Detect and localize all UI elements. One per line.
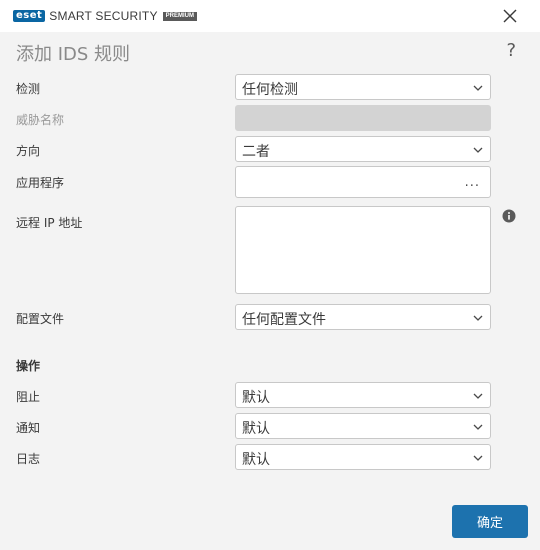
threat-name-label: 威胁名称 — [16, 113, 65, 127]
remote-ip-label: 远程 IP 地址 — [16, 216, 83, 230]
chevron-down-icon — [473, 393, 483, 399]
notify-label: 通知 — [16, 421, 41, 435]
log-select[interactable]: 默认 — [235, 444, 491, 470]
log-value: 默认 — [242, 452, 270, 468]
detection-value: 任何检测 — [242, 82, 298, 98]
detection-label: 检测 — [16, 82, 41, 96]
notify-select[interactable]: 默认 — [235, 413, 491, 439]
block-value: 默认 — [242, 390, 270, 406]
profile-value: 任何配置文件 — [242, 312, 326, 328]
direction-label: 方向 — [16, 144, 41, 158]
chevron-down-icon — [473, 147, 483, 153]
chevron-down-icon — [473, 85, 483, 91]
title-bar: eset SMART SECURITY PREMIUM — [0, 0, 540, 32]
direction-value: 二者 — [242, 144, 270, 160]
profile-label: 配置文件 — [16, 312, 65, 326]
product-name: SMART SECURITY — [49, 9, 158, 23]
brand-badge: eset — [13, 10, 46, 22]
application-field[interactable]: ... — [235, 166, 491, 198]
info-icon[interactable] — [502, 209, 516, 223]
chevron-down-icon — [473, 315, 483, 321]
application-label: 应用程序 — [16, 176, 65, 190]
eset-logo: eset SMART SECURITY PREMIUM — [13, 9, 198, 23]
threat-name-field — [235, 105, 491, 131]
browse-button[interactable]: ... — [465, 175, 480, 190]
actions-section-title: 操作 — [16, 359, 41, 373]
ok-button[interactable]: 确定 — [452, 505, 528, 538]
edition-badge: PREMIUM — [162, 11, 198, 21]
block-label: 阻止 — [16, 390, 41, 404]
chevron-down-icon — [473, 424, 483, 430]
direction-select[interactable]: 二者 — [235, 136, 491, 162]
help-button[interactable]: ? — [506, 40, 516, 61]
remote-ip-textarea[interactable] — [235, 206, 491, 294]
close-icon — [503, 9, 517, 23]
notify-value: 默认 — [242, 421, 270, 437]
page-title: 添加 IDS 规则 — [16, 44, 131, 65]
detection-select[interactable]: 任何检测 — [235, 74, 491, 100]
block-select[interactable]: 默认 — [235, 382, 491, 408]
profile-select[interactable]: 任何配置文件 — [235, 304, 491, 330]
chevron-down-icon — [473, 455, 483, 461]
close-button[interactable] — [500, 6, 520, 26]
log-label: 日志 — [16, 452, 41, 466]
